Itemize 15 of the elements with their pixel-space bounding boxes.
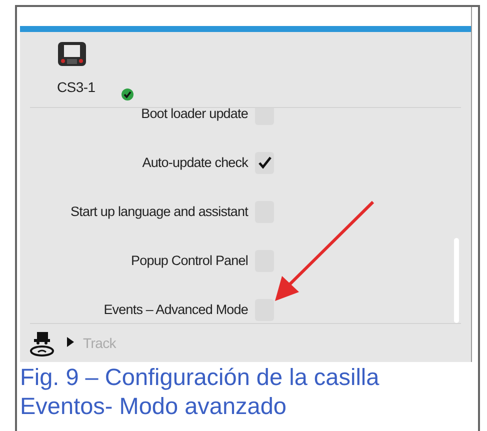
setting-label: Events – Advanced Mode <box>102 302 248 317</box>
setting-label: Start up language and assistant <box>70 204 248 219</box>
setting-label: Boot loader update <box>140 108 248 121</box>
checkmark-icon <box>258 156 272 169</box>
control-station-icon[interactable] <box>57 41 87 67</box>
caret-icon[interactable] <box>67 337 74 347</box>
checkbox[interactable] <box>255 152 274 174</box>
setting-label: Auto-update check <box>141 155 248 170</box>
figure-caption: Fig. 9 – Configuración de la casilla Eventos- Modo avanzado <box>20 363 380 421</box>
train-track-icon[interactable] <box>29 330 55 356</box>
scrollbar[interactable] <box>454 238 459 323</box>
checkbox[interactable] <box>255 298 274 320</box>
nav-label[interactable]: Track <box>83 335 116 351</box>
setting-label: Popup Control Panel <box>130 253 248 268</box>
device-name: CS3-1 <box>57 79 96 95</box>
